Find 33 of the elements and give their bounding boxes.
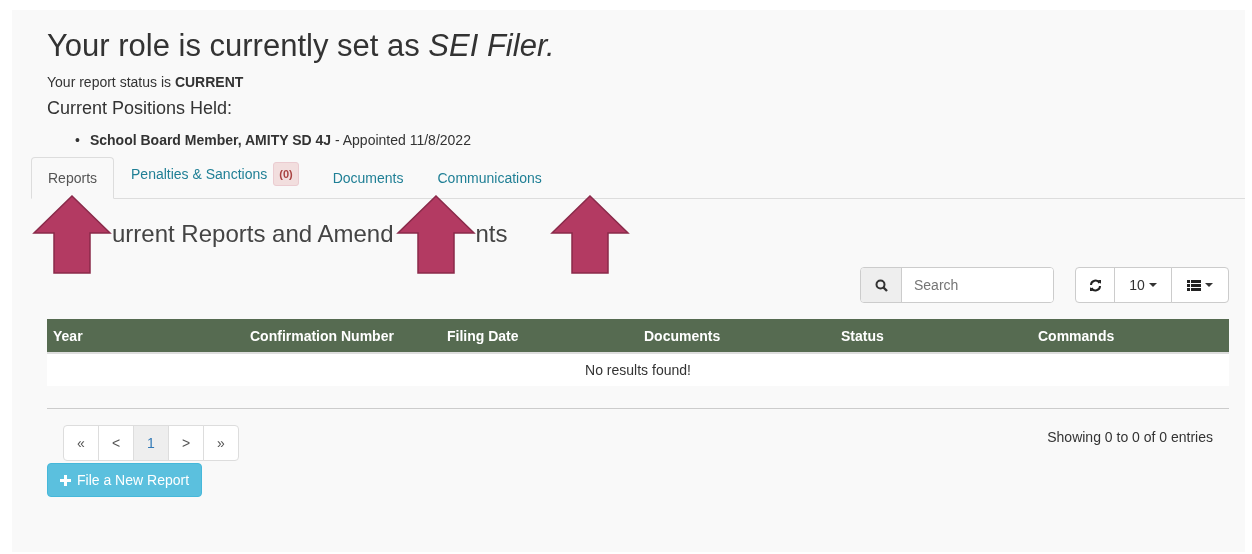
plus-icon xyxy=(60,474,71,486)
column-header: Year xyxy=(52,327,84,344)
refresh-icon xyxy=(1088,278,1102,292)
report-status: Your report status is CURRENT xyxy=(47,74,245,90)
tab[interactable]: Reports xyxy=(31,157,115,199)
positions-heading: Current Positions Held: xyxy=(47,97,234,120)
column-header: Commands xyxy=(1037,327,1116,344)
section-heading: nts xyxy=(475,220,508,248)
search-field[interactable]: Search xyxy=(860,267,1054,303)
page-button[interactable]: » xyxy=(203,425,239,461)
column-header: Documents xyxy=(643,327,722,344)
position-item: School Board Member, AMITY SD 4J - Appointed 11/8/2022 xyxy=(89,131,471,150)
count-badge: (0) xyxy=(273,162,299,186)
tab[interactable]: Documents xyxy=(315,157,421,199)
tab[interactable]: Penalties & Sanctions (0) xyxy=(114,149,316,199)
column-header: Status xyxy=(840,327,885,344)
page-button[interactable]: « xyxy=(63,425,99,461)
entries-summary: Showing 0 to 0 of 0 entries xyxy=(1047,429,1213,445)
page-button[interactable]: > xyxy=(168,425,204,461)
columns-dropdown[interactable] xyxy=(1171,267,1229,303)
refresh-button[interactable] xyxy=(1075,267,1115,303)
section-heading: urrent Reports and Amend xyxy=(112,220,394,248)
page-size-dropdown[interactable]: 10 xyxy=(1114,267,1172,303)
role-heading: Your role is currently set as SEI Filer. xyxy=(47,27,556,65)
empty-message: No results found! xyxy=(585,362,691,378)
list-icon xyxy=(1187,279,1201,291)
search-icon xyxy=(874,278,888,292)
page-button[interactable]: 1 xyxy=(133,425,169,461)
page-button[interactable]: < xyxy=(98,425,134,461)
column-header: Confirmation Number xyxy=(249,327,395,344)
column-header: Filing Date xyxy=(446,327,520,344)
tab[interactable]: Communications xyxy=(420,157,559,199)
bullet: • xyxy=(75,131,80,150)
